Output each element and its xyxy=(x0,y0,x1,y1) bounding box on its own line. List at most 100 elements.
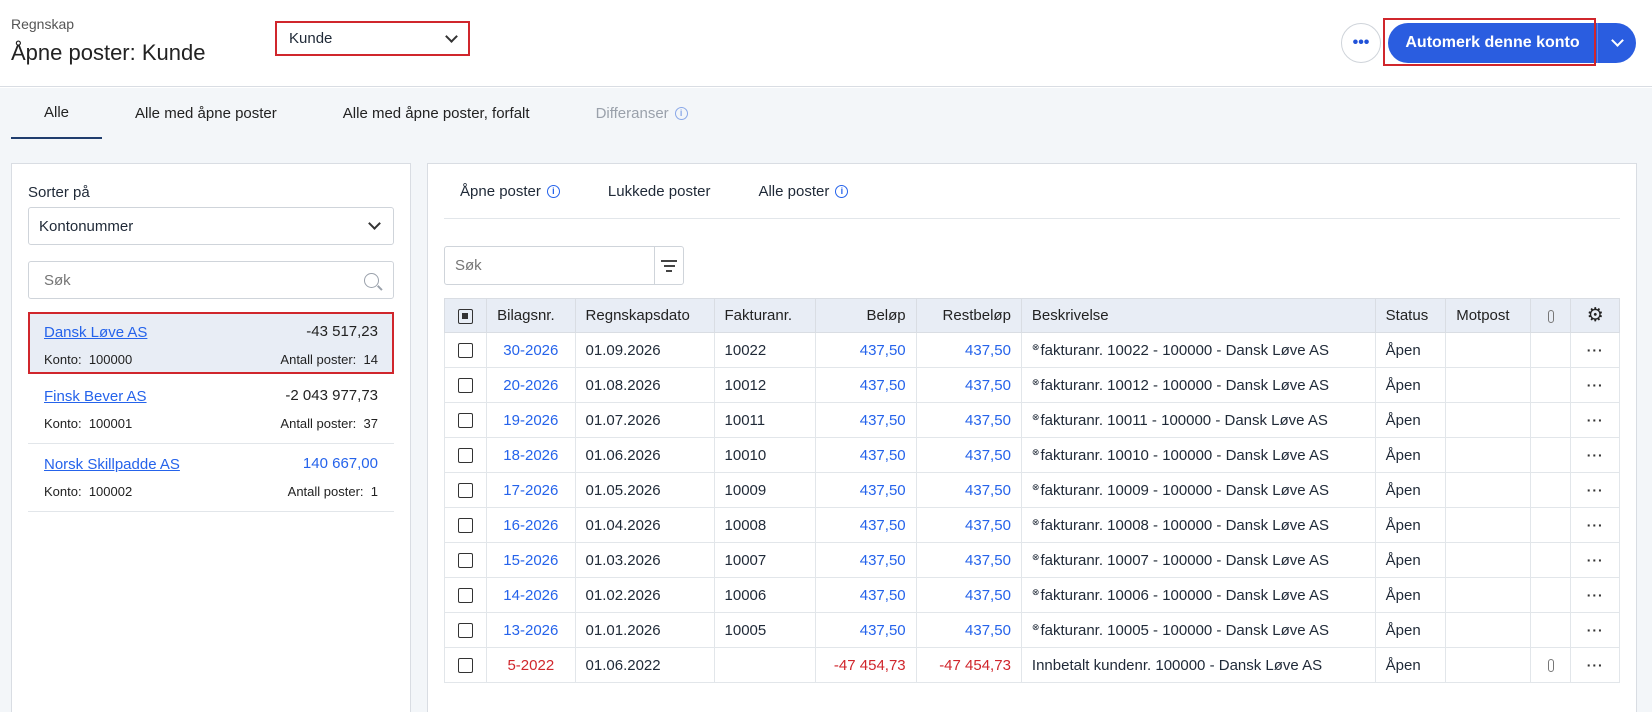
restbelop-value[interactable]: 437,50 xyxy=(965,482,1011,499)
row-checkbox[interactable] xyxy=(458,658,474,674)
table-row[interactable]: 5-2022 01.06.2022 -47 454,73 -47 454,73 Innb… xyxy=(443,647,1620,683)
bilagsnr-link[interactable]: 16-2026 xyxy=(503,517,558,534)
belop-value[interactable]: 437,50 xyxy=(860,412,906,429)
restbelop-value[interactable]: -47 454,73 xyxy=(939,657,1011,674)
row-checkbox[interactable] xyxy=(458,553,474,569)
automatch-button[interactable]: Automerk denne konto xyxy=(1388,23,1597,63)
bilagsnr-link[interactable]: 15-2026 xyxy=(503,552,558,569)
row-menu-icon[interactable]: ··· xyxy=(1587,412,1604,428)
account-name[interactable]: Dansk Løve AS xyxy=(44,324,147,341)
ledger-type-select[interactable]: Kunde xyxy=(275,21,470,56)
col-status[interactable]: Status xyxy=(1375,298,1447,333)
bilagsnr-link[interactable]: 5-2022 xyxy=(507,657,554,674)
grid-search-input[interactable] xyxy=(445,247,654,284)
bilagsnr-link[interactable]: 13-2026 xyxy=(503,622,558,639)
row-menu-icon[interactable]: ··· xyxy=(1587,342,1604,358)
table-row[interactable]: 15-2026 01.03.2026 10007 437,50 437,50 ⊗faktu… xyxy=(443,542,1620,578)
select-all-checkbox[interactable] xyxy=(458,308,474,324)
restbelop-value[interactable]: 437,50 xyxy=(965,587,1011,604)
account-name[interactable]: Norsk Skillpadde AS xyxy=(44,456,180,473)
bilagsnr-link[interactable]: 19-2026 xyxy=(503,412,558,429)
table-row[interactable]: 13-2026 01.01.2026 10005 437,50 437,50 ⊗faktu… xyxy=(443,612,1620,648)
account-item-finsk-bever[interactable]: Finsk Bever AS -2 043 977,73 Konto: 1000… xyxy=(28,376,394,444)
info-icon[interactable]: i xyxy=(546,185,560,198)
account-item-dansk-love[interactable]: Dansk Løve AS -43 517,23 Konto: 100000 A… xyxy=(28,312,394,374)
table-row[interactable]: 16-2026 01.04.2026 10008 437,50 437,50 ⊗faktu… xyxy=(443,507,1620,543)
belop-value[interactable]: 437,50 xyxy=(860,587,906,604)
col-belop[interactable]: Beløp xyxy=(815,298,917,333)
bilagsnr-link[interactable]: 18-2026 xyxy=(503,447,558,464)
row-checkbox[interactable] xyxy=(458,413,474,429)
bilagsnr-link[interactable]: 30-2026 xyxy=(503,342,558,359)
gear-icon[interactable]: ⚙ xyxy=(1587,306,1604,325)
belop-value[interactable]: 437,50 xyxy=(860,447,906,464)
restbelop-value[interactable]: 437,50 xyxy=(965,517,1011,534)
col-beskrivelse[interactable]: Beskrivelse xyxy=(1021,298,1376,333)
col-regnskapsdato[interactable]: Regnskapsdato xyxy=(575,298,715,333)
tab-apne-poster[interactable]: Åpne poster i xyxy=(444,164,576,219)
row-menu-icon[interactable]: ··· xyxy=(1587,587,1604,603)
paperclip-icon[interactable] xyxy=(1547,659,1554,673)
restbelop-value[interactable]: 437,50 xyxy=(965,342,1011,359)
table-row[interactable]: 17-2026 01.05.2026 10009 437,50 437,50 ⊗faktu… xyxy=(443,472,1620,508)
belop-value[interactable]: 437,50 xyxy=(860,482,906,499)
row-checkbox[interactable] xyxy=(458,623,474,639)
row-menu-icon[interactable]: ··· xyxy=(1587,447,1604,463)
row-menu-icon[interactable]: ··· xyxy=(1587,552,1604,568)
bilagsnr-link[interactable]: 20-2026 xyxy=(503,377,558,394)
tab-lukkede-poster[interactable]: Lukkede poster xyxy=(592,164,727,219)
info-icon[interactable]: i xyxy=(674,107,688,120)
tab-alle[interactable]: Alle xyxy=(11,88,103,139)
tab-differanser[interactable]: Differanser i xyxy=(563,88,721,139)
breadcrumb[interactable]: Regnskap xyxy=(11,16,74,32)
search-icon[interactable] xyxy=(364,272,379,288)
belop-value[interactable]: 437,50 xyxy=(860,552,906,569)
col-bilagsnr[interactable]: Bilagsnr. xyxy=(486,298,576,333)
belop-value[interactable]: 437,50 xyxy=(860,622,906,639)
row-menu-icon[interactable]: ··· xyxy=(1587,517,1604,533)
tab-alle-med-apne-poster[interactable]: Alle med åpne poster xyxy=(102,88,310,139)
row-checkbox[interactable] xyxy=(458,448,474,464)
belop-value[interactable]: 437,50 xyxy=(860,377,906,394)
belop-value[interactable]: 437,50 xyxy=(860,342,906,359)
info-icon[interactable]: i xyxy=(835,185,849,198)
table-row[interactable]: 18-2026 01.06.2026 10010 437,50 437,50 ⊗faktu… xyxy=(443,437,1620,473)
bilagsnr-link[interactable]: 17-2026 xyxy=(503,482,558,499)
restbelop-value[interactable]: 437,50 xyxy=(965,622,1011,639)
row-menu-icon[interactable]: ··· xyxy=(1587,377,1604,393)
filter-icon[interactable] xyxy=(654,247,683,284)
select-all-cell xyxy=(443,298,488,333)
tab-alle-poster[interactable]: Alle poster i xyxy=(742,164,864,219)
row-checkbox[interactable] xyxy=(458,483,474,499)
restbelop-value[interactable]: 437,50 xyxy=(965,552,1011,569)
restbelop-value[interactable]: 437,50 xyxy=(965,377,1011,394)
account-name[interactable]: Finsk Bever AS xyxy=(44,388,147,405)
restbelop-value[interactable]: 437,50 xyxy=(965,412,1011,429)
col-restbelop[interactable]: Restbeløp xyxy=(916,298,1022,333)
row-menu-icon[interactable]: ··· xyxy=(1587,482,1604,498)
table-row[interactable]: 30-2026 01.09.2026 10022 437,50 437,50 ⊗faktu… xyxy=(443,332,1620,368)
row-checkbox[interactable] xyxy=(458,343,474,359)
table-row[interactable]: 19-2026 01.07.2026 10011 437,50 437,50 ⊗faktu… xyxy=(443,402,1620,438)
entries-panel: Åpne poster i Lukkede poster Alle poster… xyxy=(427,163,1637,712)
row-menu-icon[interactable]: ··· xyxy=(1587,657,1604,673)
row-checkbox[interactable] xyxy=(458,518,474,534)
row-checkbox[interactable] xyxy=(458,378,474,394)
col-fakturanr[interactable]: Fakturanr. xyxy=(714,298,816,333)
restbelop-value[interactable]: 437,50 xyxy=(965,447,1011,464)
belop-value[interactable]: -47 454,73 xyxy=(834,657,906,674)
col-motpost[interactable]: Motpost xyxy=(1445,298,1532,333)
table-row[interactable]: 20-2026 01.08.2026 10012 437,50 437,50 ⊗faktu… xyxy=(443,367,1620,403)
more-actions-button[interactable]: ••• xyxy=(1341,23,1381,63)
row-menu-cell: ··· xyxy=(1570,472,1620,508)
sort-select[interactable]: Kontonummer xyxy=(28,207,394,245)
table-row[interactable]: 14-2026 01.02.2026 10006 437,50 437,50 ⊗faktu… xyxy=(443,577,1620,613)
automatch-dropdown-button[interactable] xyxy=(1598,23,1636,63)
belop-value[interactable]: 437,50 xyxy=(860,517,906,534)
row-menu-icon[interactable]: ··· xyxy=(1587,622,1604,638)
account-search-input[interactable] xyxy=(29,271,364,289)
row-checkbox[interactable] xyxy=(458,588,474,604)
tab-alle-med-apne-poster-forfalt[interactable]: Alle med åpne poster, forfalt xyxy=(310,88,563,139)
bilagsnr-link[interactable]: 14-2026 xyxy=(503,587,558,604)
account-item-norsk-skillpadde[interactable]: Norsk Skillpadde AS 140 667,00 Konto: 10… xyxy=(28,444,394,512)
